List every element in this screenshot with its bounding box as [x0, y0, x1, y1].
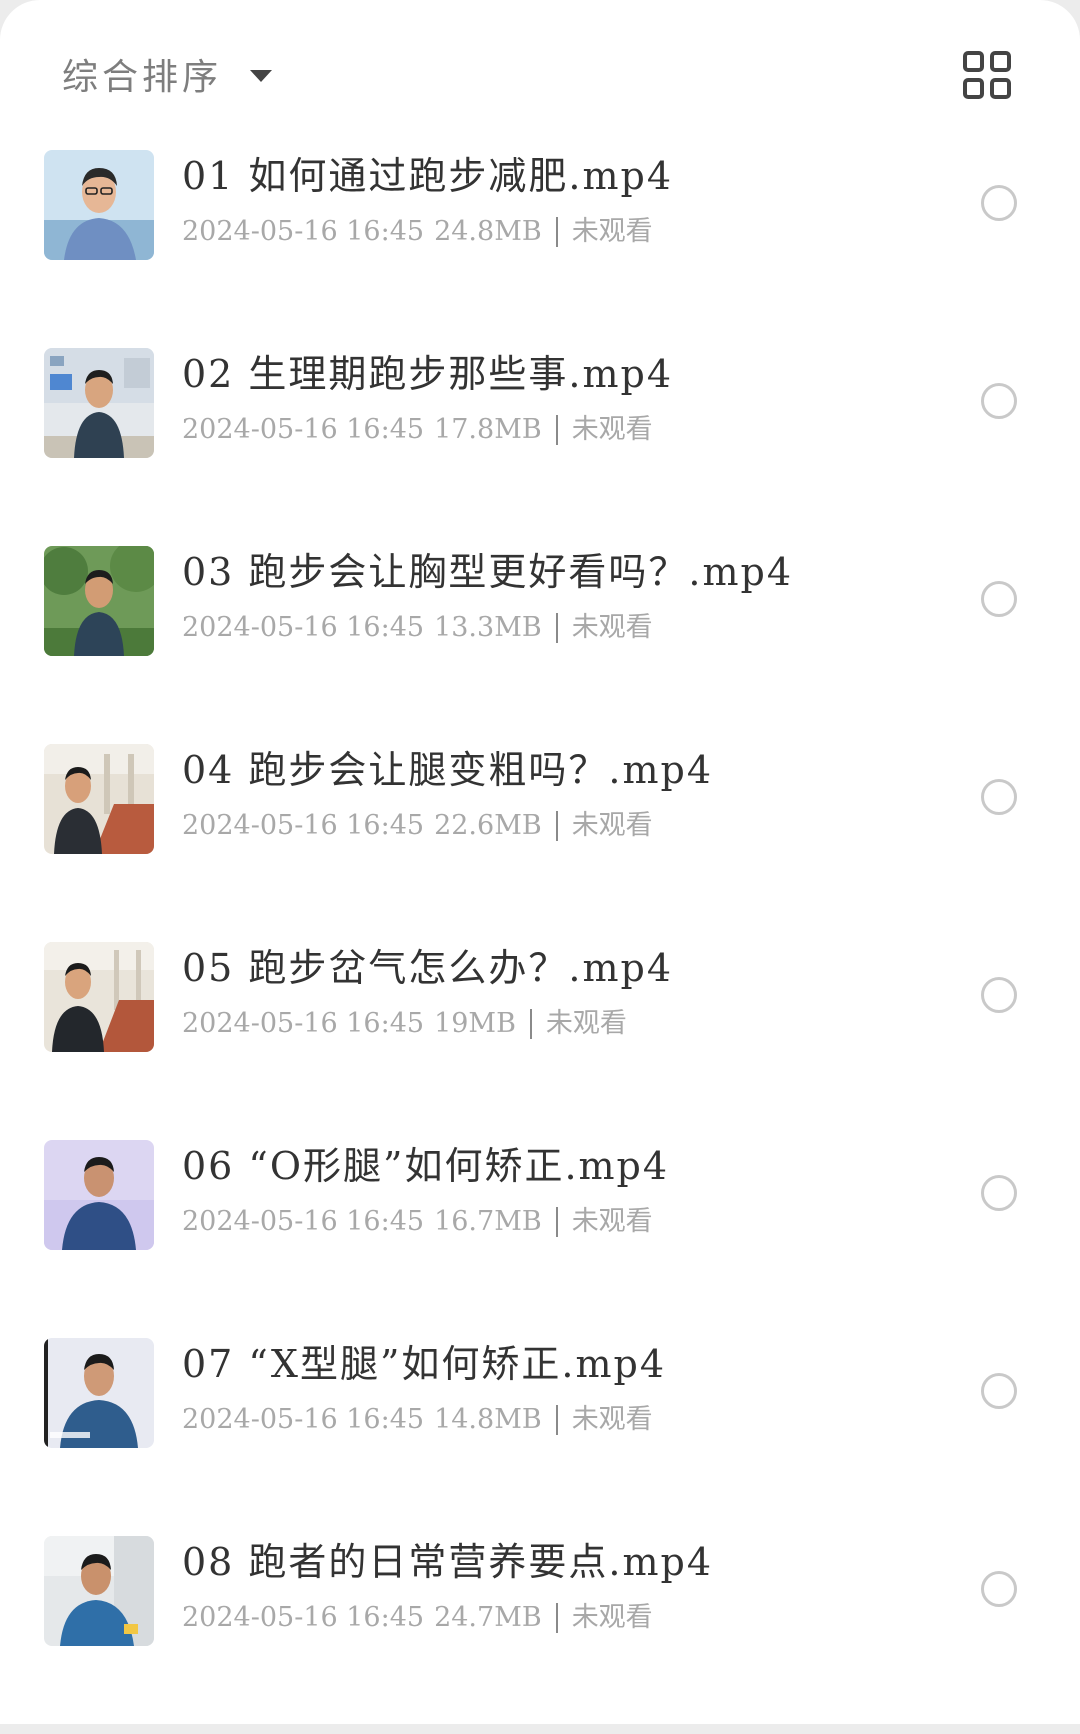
sort-label: 综合排序	[62, 57, 223, 98]
video-thumbnail[interactable]	[44, 546, 154, 656]
video-thumbnail[interactable]	[44, 1140, 154, 1250]
file-size: 14.8MB	[434, 1404, 542, 1435]
file-size: 24.8MB	[434, 216, 542, 247]
file-size: 24.7MB	[434, 1602, 542, 1633]
file-meta: 2024-05-16 16:45 24.8MB 未观看	[182, 212, 653, 252]
meta-divider	[555, 811, 558, 841]
video-thumbnail[interactable]	[44, 348, 154, 458]
select-radio[interactable]	[981, 1373, 1017, 1409]
file-size: 13.3MB	[434, 612, 542, 643]
file-meta: 2024-05-16 16:45 17.8MB 未观看	[182, 410, 653, 450]
list-header: 综合排序	[0, 0, 1080, 150]
select-radio[interactable]	[981, 383, 1017, 419]
meta-divider	[555, 415, 558, 445]
watch-status: 未观看	[571, 1602, 653, 1633]
watch-status: 未观看	[571, 1206, 653, 1237]
file-title: 01 如何通过跑步减肥.mp4	[182, 154, 674, 198]
video-thumbnail[interactable]	[44, 744, 154, 854]
file-size: 19MB	[434, 1008, 516, 1039]
meta-divider	[555, 217, 558, 247]
video-thumbnail[interactable]	[44, 1536, 154, 1646]
list-item[interactable]: 08 跑者的日常营养要点.mp4 2024-05-16 16:45 24.7MB…	[0, 1536, 1080, 1734]
select-radio[interactable]	[981, 977, 1017, 1013]
select-radio[interactable]	[981, 1571, 1017, 1607]
meta-divider	[555, 1207, 558, 1237]
file-title: 05 跑步岔气怎么办？.mp4	[182, 946, 674, 990]
file-meta: 2024-05-16 16:45 16.7MB 未观看	[182, 1202, 653, 1242]
meta-divider	[529, 1009, 532, 1039]
file-date: 2024-05-16 16:45	[182, 612, 425, 643]
meta-divider	[555, 613, 558, 643]
sort-dropdown[interactable]: 综合排序	[62, 48, 273, 100]
file-title: 08 跑者的日常营养要点.mp4	[182, 1540, 714, 1584]
list-item[interactable]: 05 跑步岔气怎么办？.mp4 2024-05-16 16:45 19MB 未观…	[0, 942, 1080, 1140]
watch-status: 未观看	[571, 216, 653, 247]
watch-status: 未观看	[571, 1404, 653, 1435]
meta-divider	[555, 1603, 558, 1633]
file-meta: 2024-05-16 16:45 22.6MB 未观看	[182, 806, 653, 846]
file-title: 06 “O形腿”如何矫正.mp4	[182, 1144, 670, 1188]
select-radio[interactable]	[981, 779, 1017, 815]
file-list-sheet: 综合排序 01 如何通过跑步减肥.mp4 2024-05-16 16:45 24…	[0, 0, 1080, 1724]
video-thumbnail[interactable]	[44, 150, 154, 260]
select-radio[interactable]	[981, 1175, 1017, 1211]
file-meta: 2024-05-16 16:45 19MB 未观看	[182, 1004, 627, 1044]
watch-status: 未观看	[545, 1008, 627, 1039]
grid-view-icon[interactable]	[962, 50, 1012, 100]
video-thumbnail[interactable]	[44, 942, 154, 1052]
file-date: 2024-05-16 16:45	[182, 1008, 425, 1039]
file-size: 22.6MB	[434, 810, 542, 841]
file-title: 02 生理期跑步那些事.mp4	[182, 352, 674, 396]
file-size: 16.7MB	[434, 1206, 542, 1237]
list-item[interactable]: 06 “O形腿”如何矫正.mp4 2024-05-16 16:45 16.7MB…	[0, 1140, 1080, 1338]
file-title: 07 “X型腿”如何矫正.mp4	[182, 1342, 667, 1386]
select-radio[interactable]	[981, 581, 1017, 617]
list-item[interactable]: 02 生理期跑步那些事.mp4 2024-05-16 16:45 17.8MB …	[0, 348, 1080, 546]
watch-status: 未观看	[571, 414, 653, 445]
file-meta: 2024-05-16 16:45 14.8MB 未观看	[182, 1400, 653, 1440]
file-date: 2024-05-16 16:45	[182, 1206, 425, 1237]
list-item[interactable]: 07 “X型腿”如何矫正.mp4 2024-05-16 16:45 14.8MB…	[0, 1338, 1080, 1536]
file-size: 17.8MB	[434, 414, 542, 445]
meta-divider	[555, 1405, 558, 1435]
file-date: 2024-05-16 16:45	[182, 1602, 425, 1633]
list-item[interactable]: 01 如何通过跑步减肥.mp4 2024-05-16 16:45 24.8MB …	[0, 150, 1080, 348]
file-date: 2024-05-16 16:45	[182, 1404, 425, 1435]
file-title: 04 跑步会让腿变粗吗？.mp4	[182, 748, 714, 792]
file-meta: 2024-05-16 16:45 24.7MB 未观看	[182, 1598, 653, 1638]
file-meta: 2024-05-16 16:45 13.3MB 未观看	[182, 608, 653, 648]
list-item[interactable]: 03 跑步会让胸型更好看吗？.mp4 2024-05-16 16:45 13.3…	[0, 546, 1080, 744]
file-date: 2024-05-16 16:45	[182, 216, 425, 247]
video-thumbnail[interactable]	[44, 1338, 154, 1448]
list-item[interactable]: 04 跑步会让腿变粗吗？.mp4 2024-05-16 16:45 22.6MB…	[0, 744, 1080, 942]
file-date: 2024-05-16 16:45	[182, 414, 425, 445]
watch-status: 未观看	[571, 810, 653, 841]
file-date: 2024-05-16 16:45	[182, 810, 425, 841]
file-title: 03 跑步会让胸型更好看吗？.mp4	[182, 550, 794, 594]
caret-down-icon	[250, 70, 273, 82]
watch-status: 未观看	[571, 612, 653, 643]
select-radio[interactable]	[981, 185, 1017, 221]
